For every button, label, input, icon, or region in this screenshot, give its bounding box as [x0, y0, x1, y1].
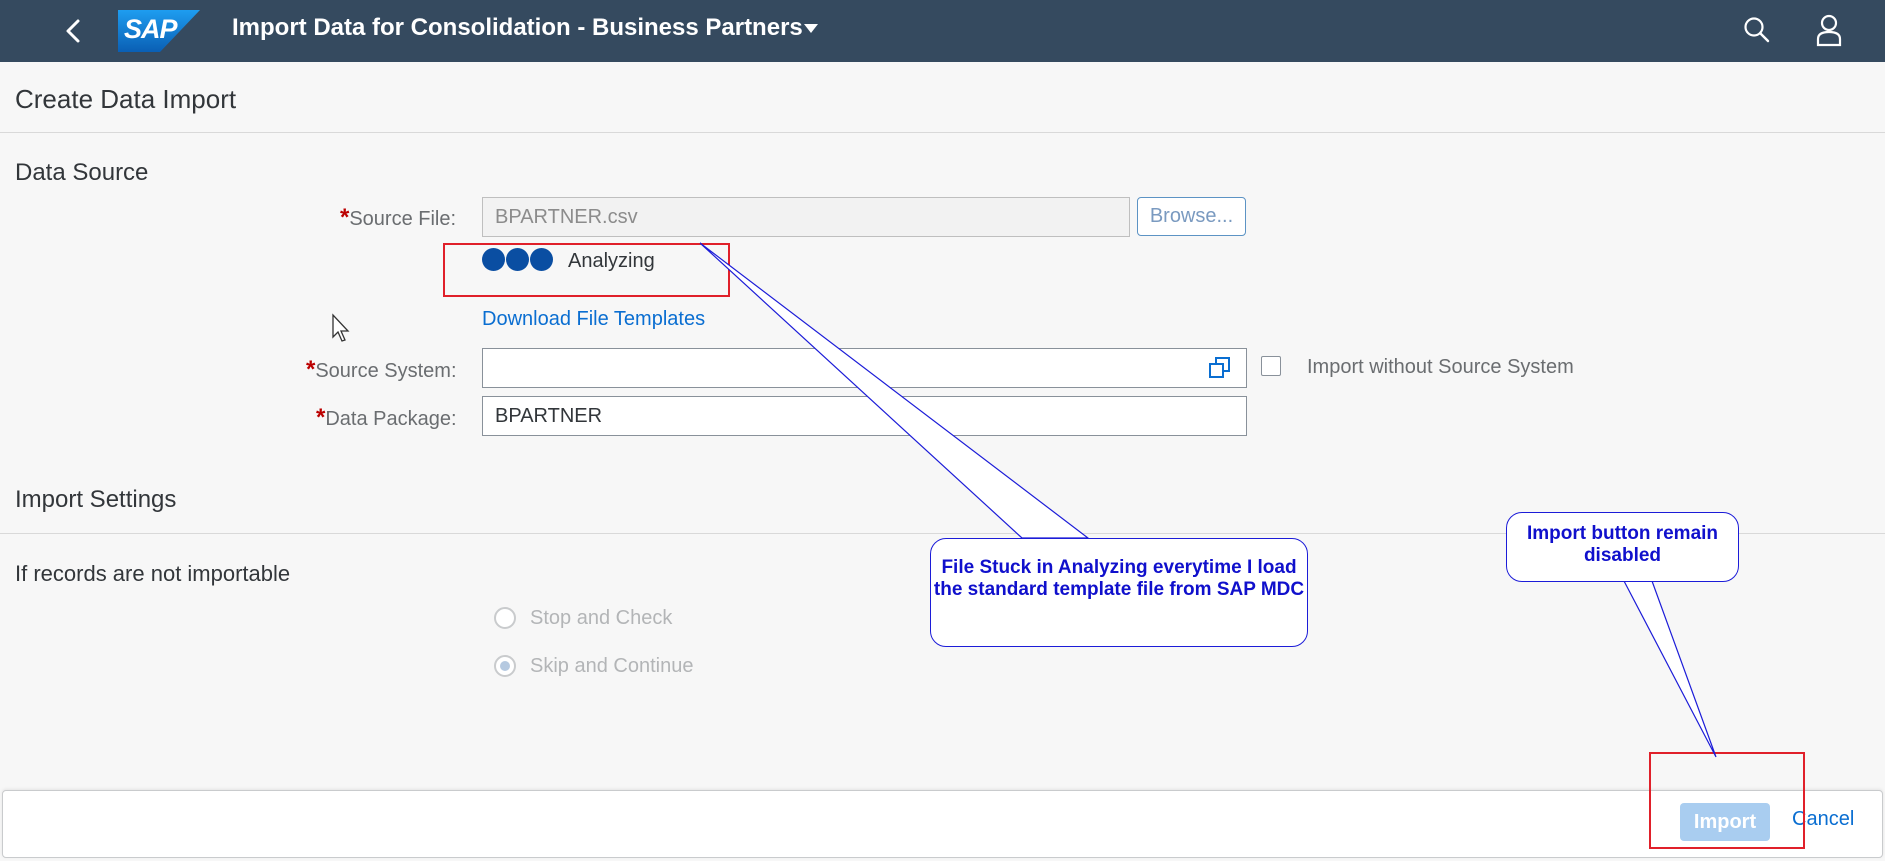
analyzing-callout: File Stuck in Analyzing everytime I load…: [930, 538, 1308, 647]
callout-pointers: [699, 242, 1717, 758]
import-callout: Import button remain disabled: [1506, 512, 1739, 582]
